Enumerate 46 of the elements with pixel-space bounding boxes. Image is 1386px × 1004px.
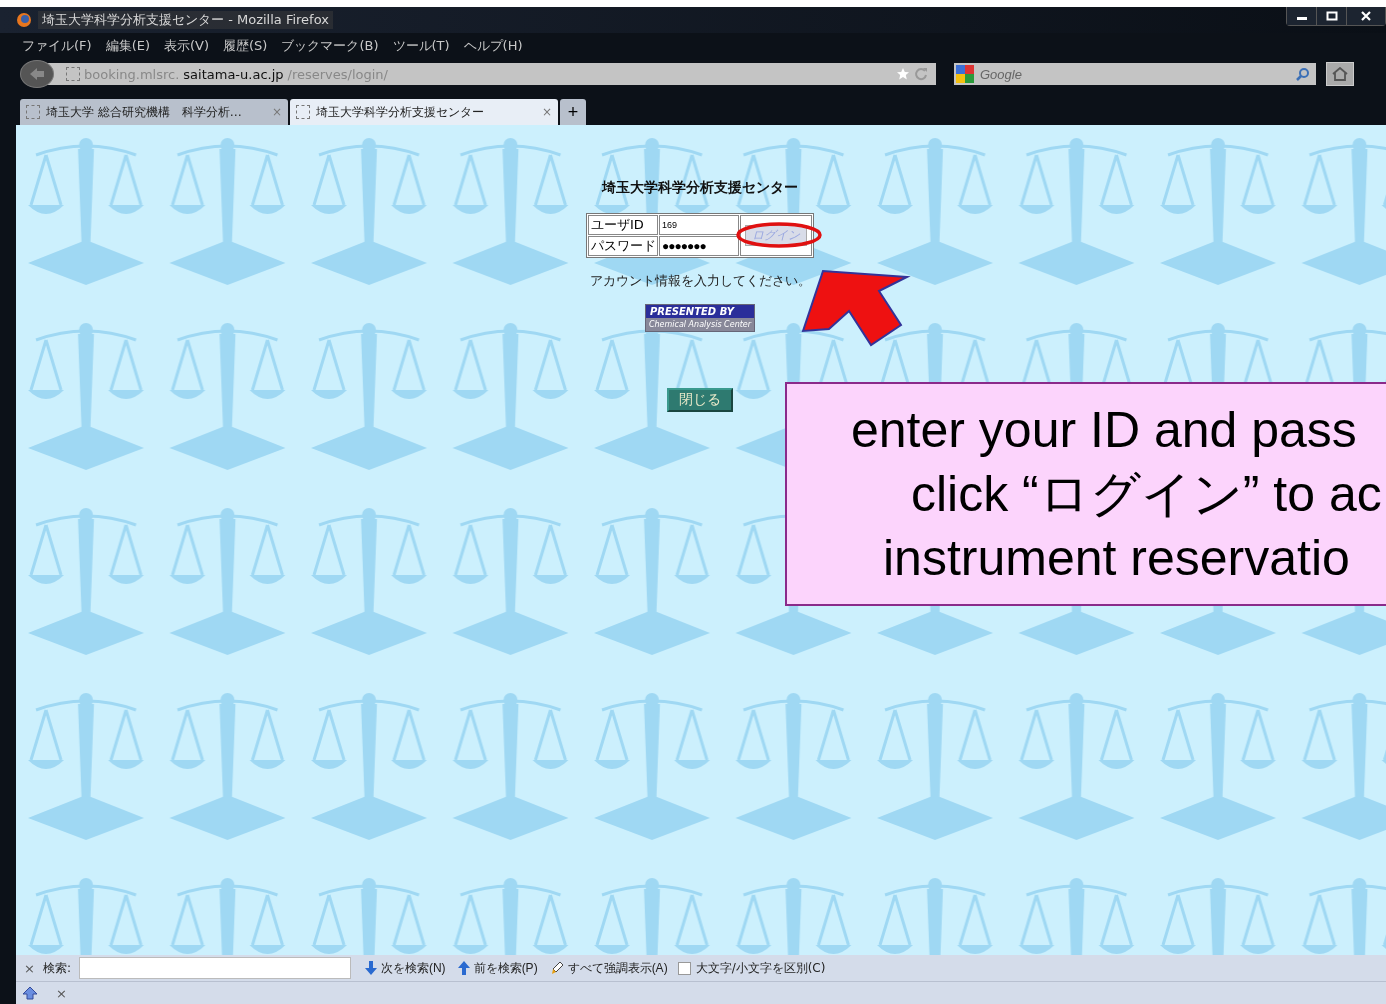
find-button[interactable]: すべて強調表示(A): [547, 959, 670, 977]
minimize-button[interactable]: [1287, 7, 1317, 25]
find-button[interactable]: 前を検索(P): [455, 959, 540, 977]
window-title: 埼玉大学科学分析支援センター - Mozilla Firefox: [38, 11, 333, 29]
find-field[interactable]: [78, 957, 351, 979]
find-label: 検索:: [42, 959, 71, 977]
star-icon[interactable]: [896, 67, 910, 81]
search-field[interactable]: Google: [954, 63, 1316, 85]
menu-item[interactable]: ファイル(F): [22, 37, 92, 55]
back-arrow-icon: [29, 67, 45, 81]
new-tab-button[interactable]: +: [560, 99, 586, 125]
maximize-button[interactable]: [1317, 7, 1347, 25]
close-status-button[interactable]: ×: [56, 985, 67, 1001]
up-arrow-icon: [22, 986, 38, 1000]
close-icon: [1360, 11, 1372, 21]
menu-item[interactable]: 表示(V): [164, 37, 210, 55]
page-heading: 埼玉大学科学分析支援センター: [602, 179, 798, 197]
field-label: パスワード: [588, 236, 658, 256]
menu-item[interactable]: ブックマーク(B): [281, 37, 379, 55]
menu-item[interactable]: ツール(T): [392, 37, 450, 55]
back-button[interactable]: [20, 60, 54, 88]
find-button[interactable]: 次を検索(N): [362, 959, 448, 977]
marker-icon: [549, 961, 564, 975]
home-button[interactable]: [1326, 62, 1354, 86]
instruction-text: アカウント情報を入力してください。: [589, 272, 811, 290]
browser-tab[interactable]: 埼玉大学 総合研究機構 科学分析… ×: [20, 99, 288, 125]
menu-item[interactable]: 履歴(S): [223, 37, 268, 55]
search-icon[interactable]: [1296, 67, 1310, 81]
close-page-button[interactable]: 閉じる: [667, 388, 733, 412]
close-button[interactable]: [1347, 7, 1385, 25]
home-icon: [1332, 67, 1348, 81]
maximize-icon: [1325, 11, 1338, 21]
annotation-callout: enter your ID and pass click “ログイン” to ac instrument reservatio: [785, 382, 1386, 606]
match-case-checkbox[interactable]: 大文字/小文字を区別(C): [677, 959, 826, 977]
up-arrow-icon: [457, 961, 470, 975]
address-bar[interactable]: booking.mlsrc. saitama-u.ac.jp /reserves/login/: [46, 63, 936, 85]
field-label: ユーザID: [588, 215, 658, 235]
menu-item[interactable]: ヘルプ(H): [463, 37, 523, 55]
presented-by-banner: PRESENTED BY Chemical Analysis Center: [644, 304, 756, 332]
input-field[interactable]: 169: [659, 215, 739, 235]
close-find-bar-button[interactable]: ×: [24, 960, 35, 976]
menu-item[interactable]: 編集(E): [105, 37, 150, 55]
input-field[interactable]: ●●●●●●●: [659, 236, 739, 256]
browser-tab[interactable]: 埼玉大学科学分析支援センター ×: [290, 99, 558, 125]
firefox-logo-icon: [16, 12, 32, 28]
down-arrow-icon: [364, 961, 377, 975]
